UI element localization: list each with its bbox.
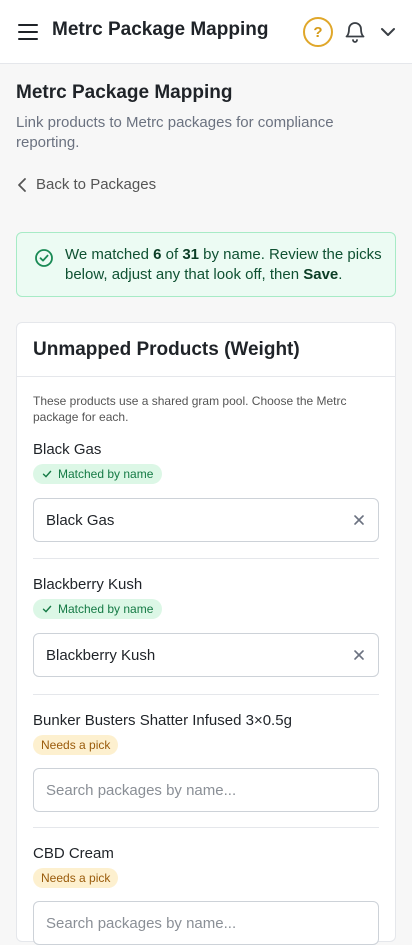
package-search-input[interactable]	[46, 914, 346, 932]
top-bar: Metrc Package Mapping ?	[0, 0, 412, 64]
page-subtitle: Link products to Metrc packages for comp…	[16, 114, 334, 151]
divider	[17, 376, 395, 377]
package-input[interactable]	[46, 646, 346, 664]
back-to-packages-link[interactable]: Back to Packages	[16, 176, 156, 193]
back-link-label: Back to Packages	[36, 176, 157, 193]
package-input[interactable]	[46, 511, 346, 529]
status-badge: Needs a pick	[33, 735, 119, 755]
package-select[interactable]	[33, 633, 379, 677]
chevron-left-icon	[18, 177, 26, 192]
package-search[interactable]	[33, 901, 379, 945]
status-badge: Matched by name	[33, 464, 163, 484]
clear-icon[interactable]	[351, 512, 367, 528]
product-item: CBD Cream Needs a pick	[33, 845, 379, 945]
bell-icon[interactable]	[343, 20, 367, 44]
page-title: Metrc Package Mapping	[16, 82, 233, 103]
item-divider	[33, 827, 379, 828]
product-name: Black Gas	[33, 441, 102, 458]
help-icon[interactable]: ?	[303, 17, 333, 47]
card-description: These products use a shared gram pool. C…	[33, 394, 347, 424]
product-item: Black Gas Matched by name	[33, 441, 379, 542]
match-summary-alert: We matched 6 of 31 by name. Review the p…	[16, 232, 396, 297]
status-badge: Needs a pick	[33, 868, 119, 888]
status-badge: Matched by name	[33, 599, 163, 619]
package-search-input[interactable]	[46, 781, 346, 799]
clear-icon[interactable]	[351, 647, 367, 663]
total-count: 31	[182, 246, 199, 263]
menu-icon[interactable]	[14, 18, 42, 46]
product-item: Blackberry Kush Matched by name	[33, 576, 379, 677]
alert-text: We matched 6 of 31 by name. Review the p…	[65, 246, 382, 283]
product-item: Bunker Busters Shatter Infused 3×0.5g Ne…	[33, 712, 379, 812]
package-search[interactable]	[33, 768, 379, 812]
card-title: Unmapped Products (Weight)	[33, 339, 300, 360]
help-glyph: ?	[313, 23, 323, 41]
check-icon	[42, 470, 52, 478]
check-icon	[42, 605, 52, 613]
item-divider	[33, 694, 379, 695]
product-name: CBD Cream	[33, 845, 114, 862]
package-select[interactable]	[33, 498, 379, 542]
product-name: Bunker Busters Shatter Infused 3×0.5g	[33, 712, 292, 729]
unmapped-products-card: Unmapped Products (Weight) These product…	[16, 322, 396, 945]
item-divider	[33, 558, 379, 559]
save-word: Save	[303, 266, 339, 283]
chevron-down-icon[interactable]	[379, 22, 397, 42]
app-title: Metrc Package Mapping	[52, 19, 269, 40]
check-circle-icon	[34, 248, 54, 268]
product-name: Blackberry Kush	[33, 576, 143, 593]
